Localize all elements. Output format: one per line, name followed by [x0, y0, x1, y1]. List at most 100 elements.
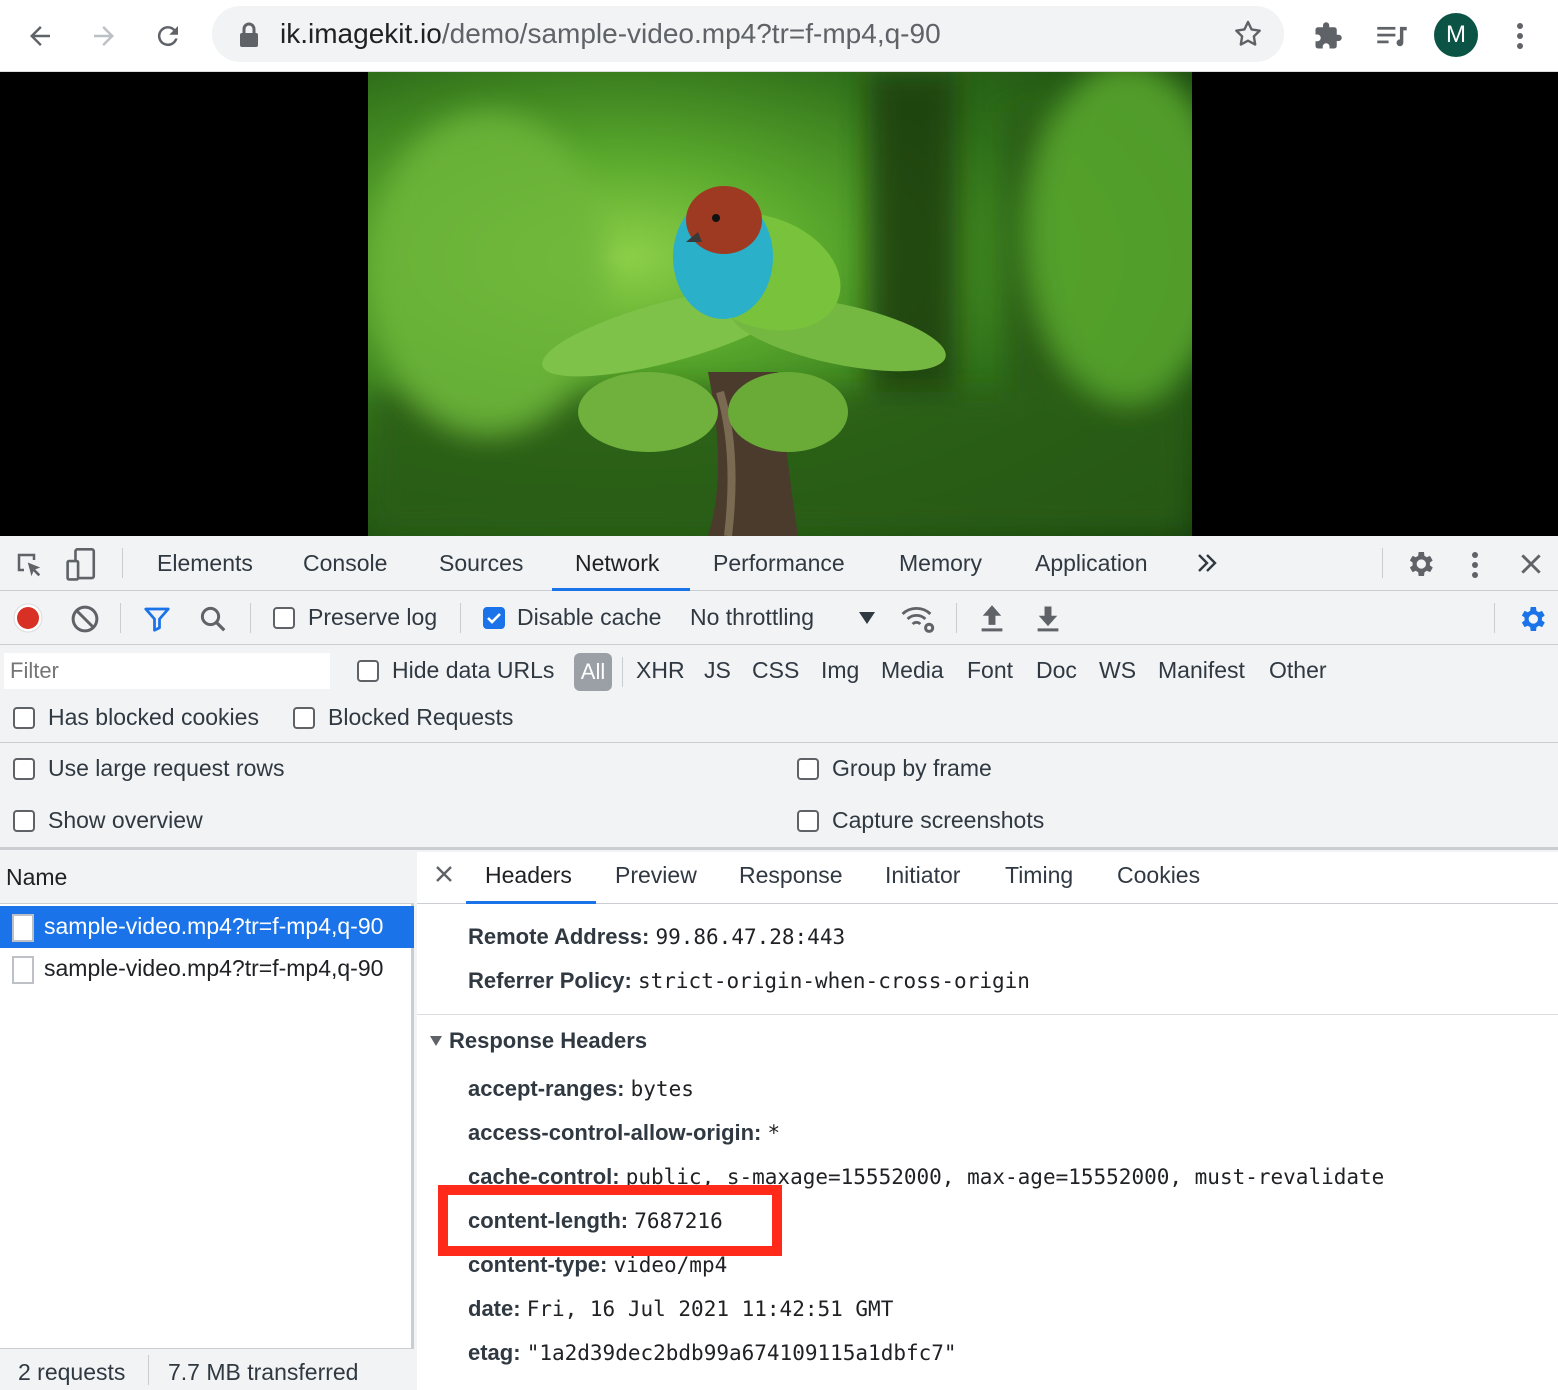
throttling-select[interactable]: No throttling — [690, 604, 814, 631]
type-filter-js[interactable]: JS — [704, 657, 731, 684]
dropdown-triangle-icon[interactable] — [858, 611, 876, 630]
browser-toolbar: ik.imagekit.io/demo/sample-video.mp4?tr=… — [0, 0, 1558, 72]
filter-bar: Hide data URLs All XHR JS CSS Img Media … — [0, 645, 1558, 699]
show-overview-label: Show overview — [48, 807, 203, 833]
group-by-frame-checkbox[interactable] — [797, 758, 819, 780]
close-details-icon[interactable] — [435, 865, 453, 888]
video-player[interactable] — [0, 72, 1558, 536]
separator — [956, 603, 957, 633]
search-icon[interactable] — [198, 604, 228, 639]
request-name: sample-video.mp4?tr=f-mp4,q-90 — [44, 913, 384, 939]
capture-screenshots-checkbox[interactable] — [797, 810, 819, 832]
network-status-bar: 2 requests 7.7 MB transferred — [0, 1348, 414, 1390]
show-overview-checkbox[interactable] — [13, 810, 35, 832]
disable-cache-checkbox[interactable] — [483, 607, 505, 629]
use-large-rows-checkbox[interactable] — [13, 758, 35, 780]
request-row[interactable]: sample-video.mp4?tr=f-mp4,q-90 — [0, 906, 414, 948]
separator — [120, 603, 121, 633]
document-file-icon — [12, 956, 34, 984]
header-access-control-allow-origin: access-control-allow-origin: * — [468, 1120, 781, 1145]
type-filter-manifest[interactable]: Manifest — [1158, 657, 1245, 684]
tab-network[interactable]: Network — [575, 550, 659, 577]
more-tabs-chevron-icon[interactable] — [1196, 552, 1218, 579]
network-settings-panel: Use large request rows Show overview Gro… — [0, 744, 1558, 850]
inspect-element-icon[interactable] — [14, 550, 44, 585]
type-filter-other[interactable]: Other — [1269, 657, 1327, 684]
close-icon[interactable] — [1518, 551, 1544, 582]
network-settings-gear-icon[interactable] — [1516, 603, 1548, 640]
name-column-header[interactable]: Name — [0, 852, 414, 904]
tab-preview[interactable]: Preview — [615, 862, 697, 889]
content-length-highlight-box — [438, 1185, 782, 1256]
tab-sources[interactable]: Sources — [439, 550, 523, 577]
network-conditions-wifi-icon[interactable] — [900, 603, 938, 640]
use-large-rows-label: Use large request rows — [48, 755, 285, 781]
expand-triangle-icon — [430, 1036, 442, 1046]
back-arrow-icon[interactable] — [18, 14, 62, 58]
clear-block-icon[interactable] — [70, 604, 100, 639]
filter-funnel-icon[interactable] — [142, 604, 172, 639]
response-headers-toggle[interactable]: Response Headers — [429, 1028, 647, 1054]
capture-screenshots-label: Capture screenshots — [832, 807, 1045, 833]
separator — [250, 603, 251, 633]
forward-arrow-icon[interactable] — [82, 14, 126, 58]
tab-headers[interactable]: Headers — [485, 862, 572, 889]
request-name: sample-video.mp4?tr=f-mp4,q-90 — [44, 955, 384, 981]
header-accept-ranges: accept-ranges: bytes — [468, 1076, 694, 1101]
device-toolbar-icon[interactable] — [66, 548, 98, 587]
header-date: date: Fri, 16 Jul 2021 11:42:51 GMT — [468, 1296, 894, 1321]
group-by-frame-label: Group by frame — [832, 755, 992, 781]
response-headers-title: Response Headers — [449, 1028, 648, 1053]
section-divider — [417, 1014, 1558, 1015]
tab-memory[interactable]: Memory — [899, 550, 982, 577]
export-download-icon[interactable] — [1034, 603, 1062, 638]
filter-input[interactable] — [4, 653, 330, 689]
type-filter-media[interactable]: Media — [881, 657, 944, 684]
tab-performance[interactable]: Performance — [713, 550, 845, 577]
type-filter-css[interactable]: CSS — [752, 657, 799, 684]
tab-initiator[interactable]: Initiator — [885, 862, 960, 889]
tab-cookies[interactable]: Cookies — [1117, 862, 1200, 889]
tab-console[interactable]: Console — [303, 550, 387, 577]
type-filter-font[interactable]: Font — [967, 657, 1013, 684]
network-toolbar: Preserve log Disable cache No throttling — [0, 591, 1558, 645]
type-filter-xhr[interactable]: XHR — [636, 657, 685, 684]
active-details-tab-indicator — [466, 901, 596, 904]
request-details: Headers Preview Response Initiator Timin… — [417, 852, 1558, 1390]
reload-icon[interactable] — [146, 14, 190, 58]
has-blocked-cookies-checkbox[interactable] — [13, 707, 35, 729]
extensions-puzzle-icon[interactable] — [1306, 14, 1350, 58]
browser-menu-icon[interactable] — [1498, 14, 1542, 58]
tab-timing[interactable]: Timing — [1005, 862, 1073, 889]
import-upload-icon[interactable] — [978, 603, 1006, 638]
transferred-size: 7.7 MB transferred — [168, 1359, 359, 1385]
requests-list: Name sample-video.mp4?tr=f-mp4,q-90 samp… — [0, 852, 414, 1390]
separator — [460, 603, 461, 633]
media-queue-icon[interactable] — [1370, 14, 1414, 58]
tab-elements[interactable]: Elements — [157, 550, 253, 577]
type-filter-doc[interactable]: Doc — [1036, 657, 1077, 684]
request-row[interactable]: sample-video.mp4?tr=f-mp4,q-90 — [0, 948, 414, 990]
url-text: ik.imagekit.io/demo/sample-video.mp4?tr=… — [280, 18, 941, 50]
address-bar[interactable]: ik.imagekit.io/demo/sample-video.mp4?tr=… — [212, 6, 1284, 62]
separator — [622, 657, 623, 687]
profile-avatar[interactable]: M — [1434, 13, 1478, 57]
has-blocked-cookies-label: Has blocked cookies — [48, 704, 259, 730]
header-remote-address: Remote Address: 99.86.47.28:443 — [468, 924, 846, 949]
devtools-menu-icon[interactable] — [1470, 550, 1480, 585]
type-filter-all[interactable]: All — [574, 653, 612, 691]
bookmark-star-icon[interactable] — [1232, 18, 1264, 55]
document-file-icon — [12, 914, 34, 942]
tab-application[interactable]: Application — [1035, 550, 1148, 577]
preserve-log-checkbox[interactable] — [273, 607, 295, 629]
devtools-panel: Elements Console Sources Network Perform… — [0, 536, 1558, 1390]
settings-gear-icon[interactable] — [1404, 548, 1436, 585]
blocked-requests-checkbox[interactable] — [293, 707, 315, 729]
hide-data-urls-checkbox[interactable] — [357, 660, 379, 682]
type-filter-ws[interactable]: WS — [1099, 657, 1136, 684]
type-filter-img[interactable]: Img — [821, 657, 859, 684]
devtools-tab-bar: Elements Console Sources Network Perform… — [0, 536, 1558, 591]
video-frame-bird-image — [368, 72, 1192, 536]
record-button-icon[interactable] — [12, 602, 44, 639]
tab-response[interactable]: Response — [739, 862, 843, 889]
